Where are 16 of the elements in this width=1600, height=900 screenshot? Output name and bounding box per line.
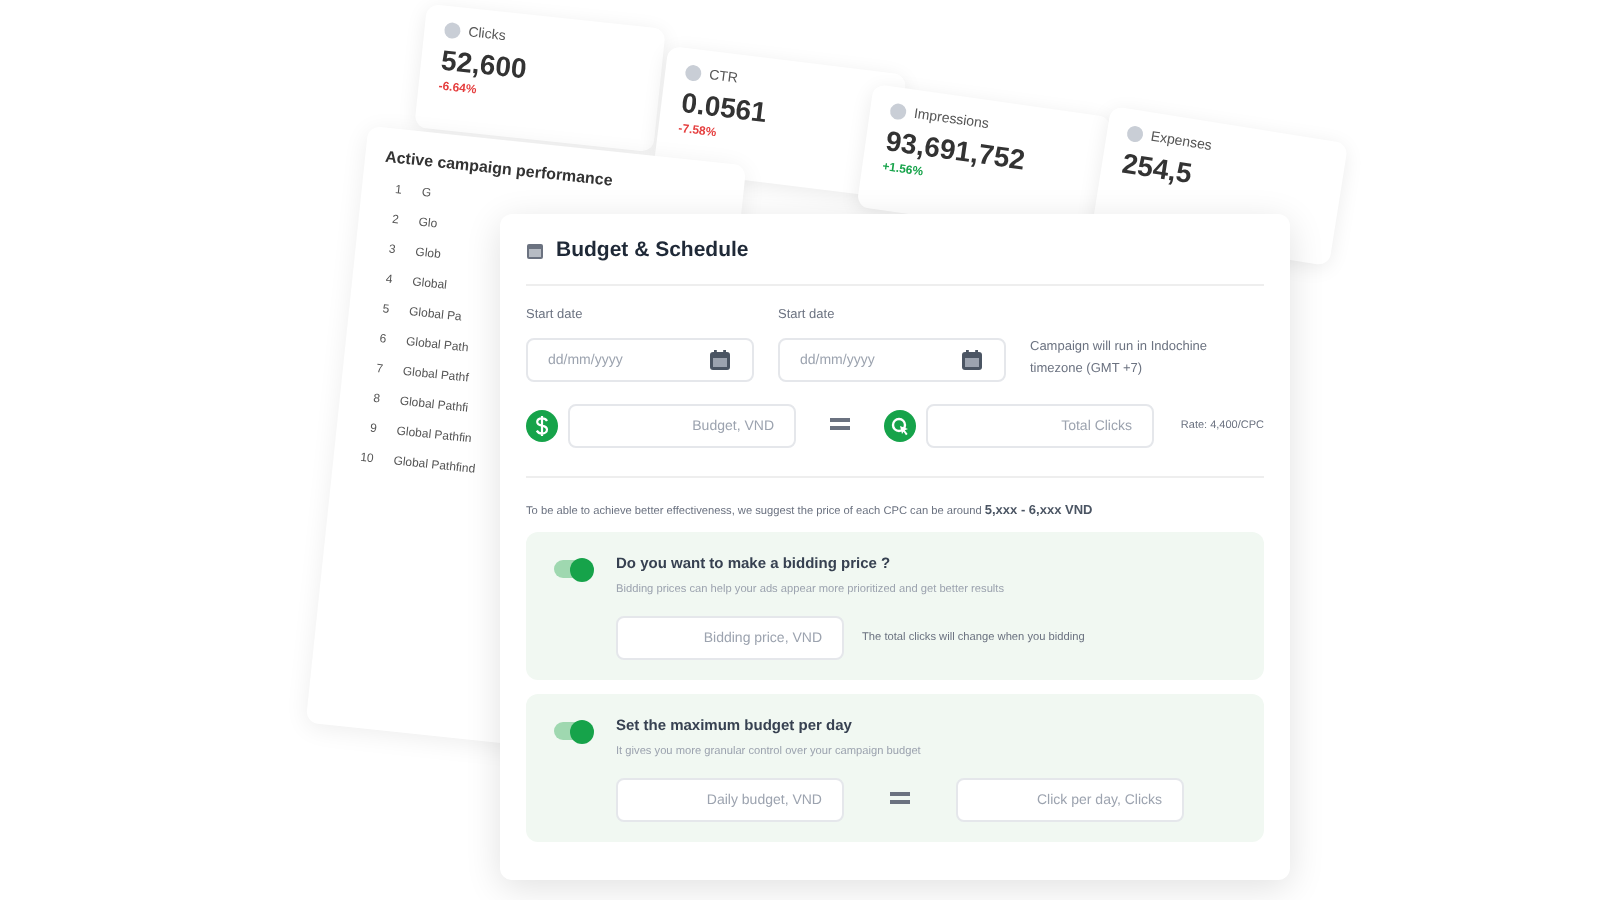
metric-icon — [889, 102, 908, 121]
metric-icon — [1125, 124, 1145, 144]
calendar-icon — [708, 348, 732, 372]
stat-value: 52,600 — [439, 43, 531, 85]
card-title: Budget & Schedule — [556, 238, 749, 262]
toggle-switch[interactable] — [554, 722, 590, 740]
equals-icon — [830, 416, 850, 432]
toggle-switch[interactable] — [554, 560, 590, 578]
equals-icon — [890, 790, 910, 806]
calendar-icon — [960, 348, 984, 372]
calendar-icon — [526, 241, 544, 259]
metric-icon — [684, 64, 703, 82]
metric-icon — [443, 21, 462, 40]
stat-value: 254,5 — [1120, 146, 1195, 194]
click-icon — [884, 410, 916, 442]
dollar-icon — [526, 410, 558, 442]
